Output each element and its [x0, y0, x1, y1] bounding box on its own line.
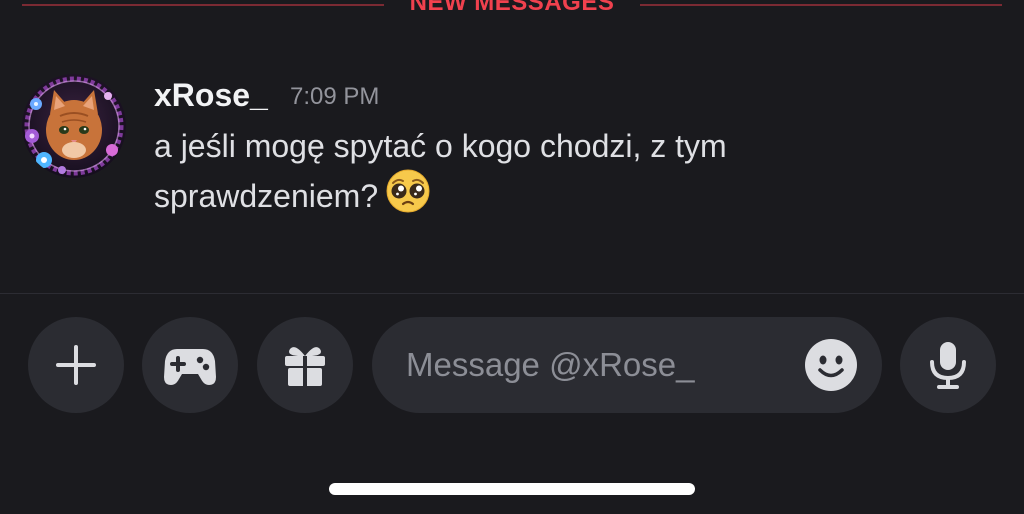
emoji-icon [805, 339, 857, 391]
activities-button[interactable] [142, 317, 238, 413]
home-indicator[interactable] [329, 483, 695, 495]
message-text-line-1: a jeśli mogę spytać o kogo chodzi, z tym [154, 128, 727, 164]
divider-line-right [640, 4, 1002, 6]
plus-icon [56, 345, 96, 385]
message-text-line-2: sprawdzeniem? [154, 178, 379, 214]
avatar[interactable] [22, 74, 126, 178]
message-content: a jeśli mogę spytać o kogo chodzi, z tym… [154, 124, 854, 225]
gift-button[interactable] [257, 317, 353, 413]
divider-line-left [22, 4, 384, 6]
microphone-icon [930, 342, 966, 389]
dm-chat-screen: NEW MESSAGES xRose_ 7:09 PM a jeśli mogę… [0, 0, 1024, 514]
voice-message-button[interactable] [900, 317, 996, 413]
add-attachment-button[interactable] [28, 317, 124, 413]
message-input[interactable]: Message @xRose_ [372, 317, 882, 413]
new-messages-label: NEW MESSAGES [409, 0, 615, 16]
message-input-placeholder: Message @xRose_ [406, 346, 695, 383]
composer-separator [0, 293, 1024, 294]
gift-icon [285, 347, 325, 386]
emoji-picker-button[interactable] [804, 338, 858, 392]
message-timestamp: 7:09 PM [290, 83, 380, 110]
message-author[interactable]: xRose_ [154, 74, 268, 116]
new-messages-divider: NEW MESSAGES [0, 0, 1024, 20]
pleading-face-emoji [386, 169, 430, 225]
gamepad-icon [164, 349, 216, 385]
